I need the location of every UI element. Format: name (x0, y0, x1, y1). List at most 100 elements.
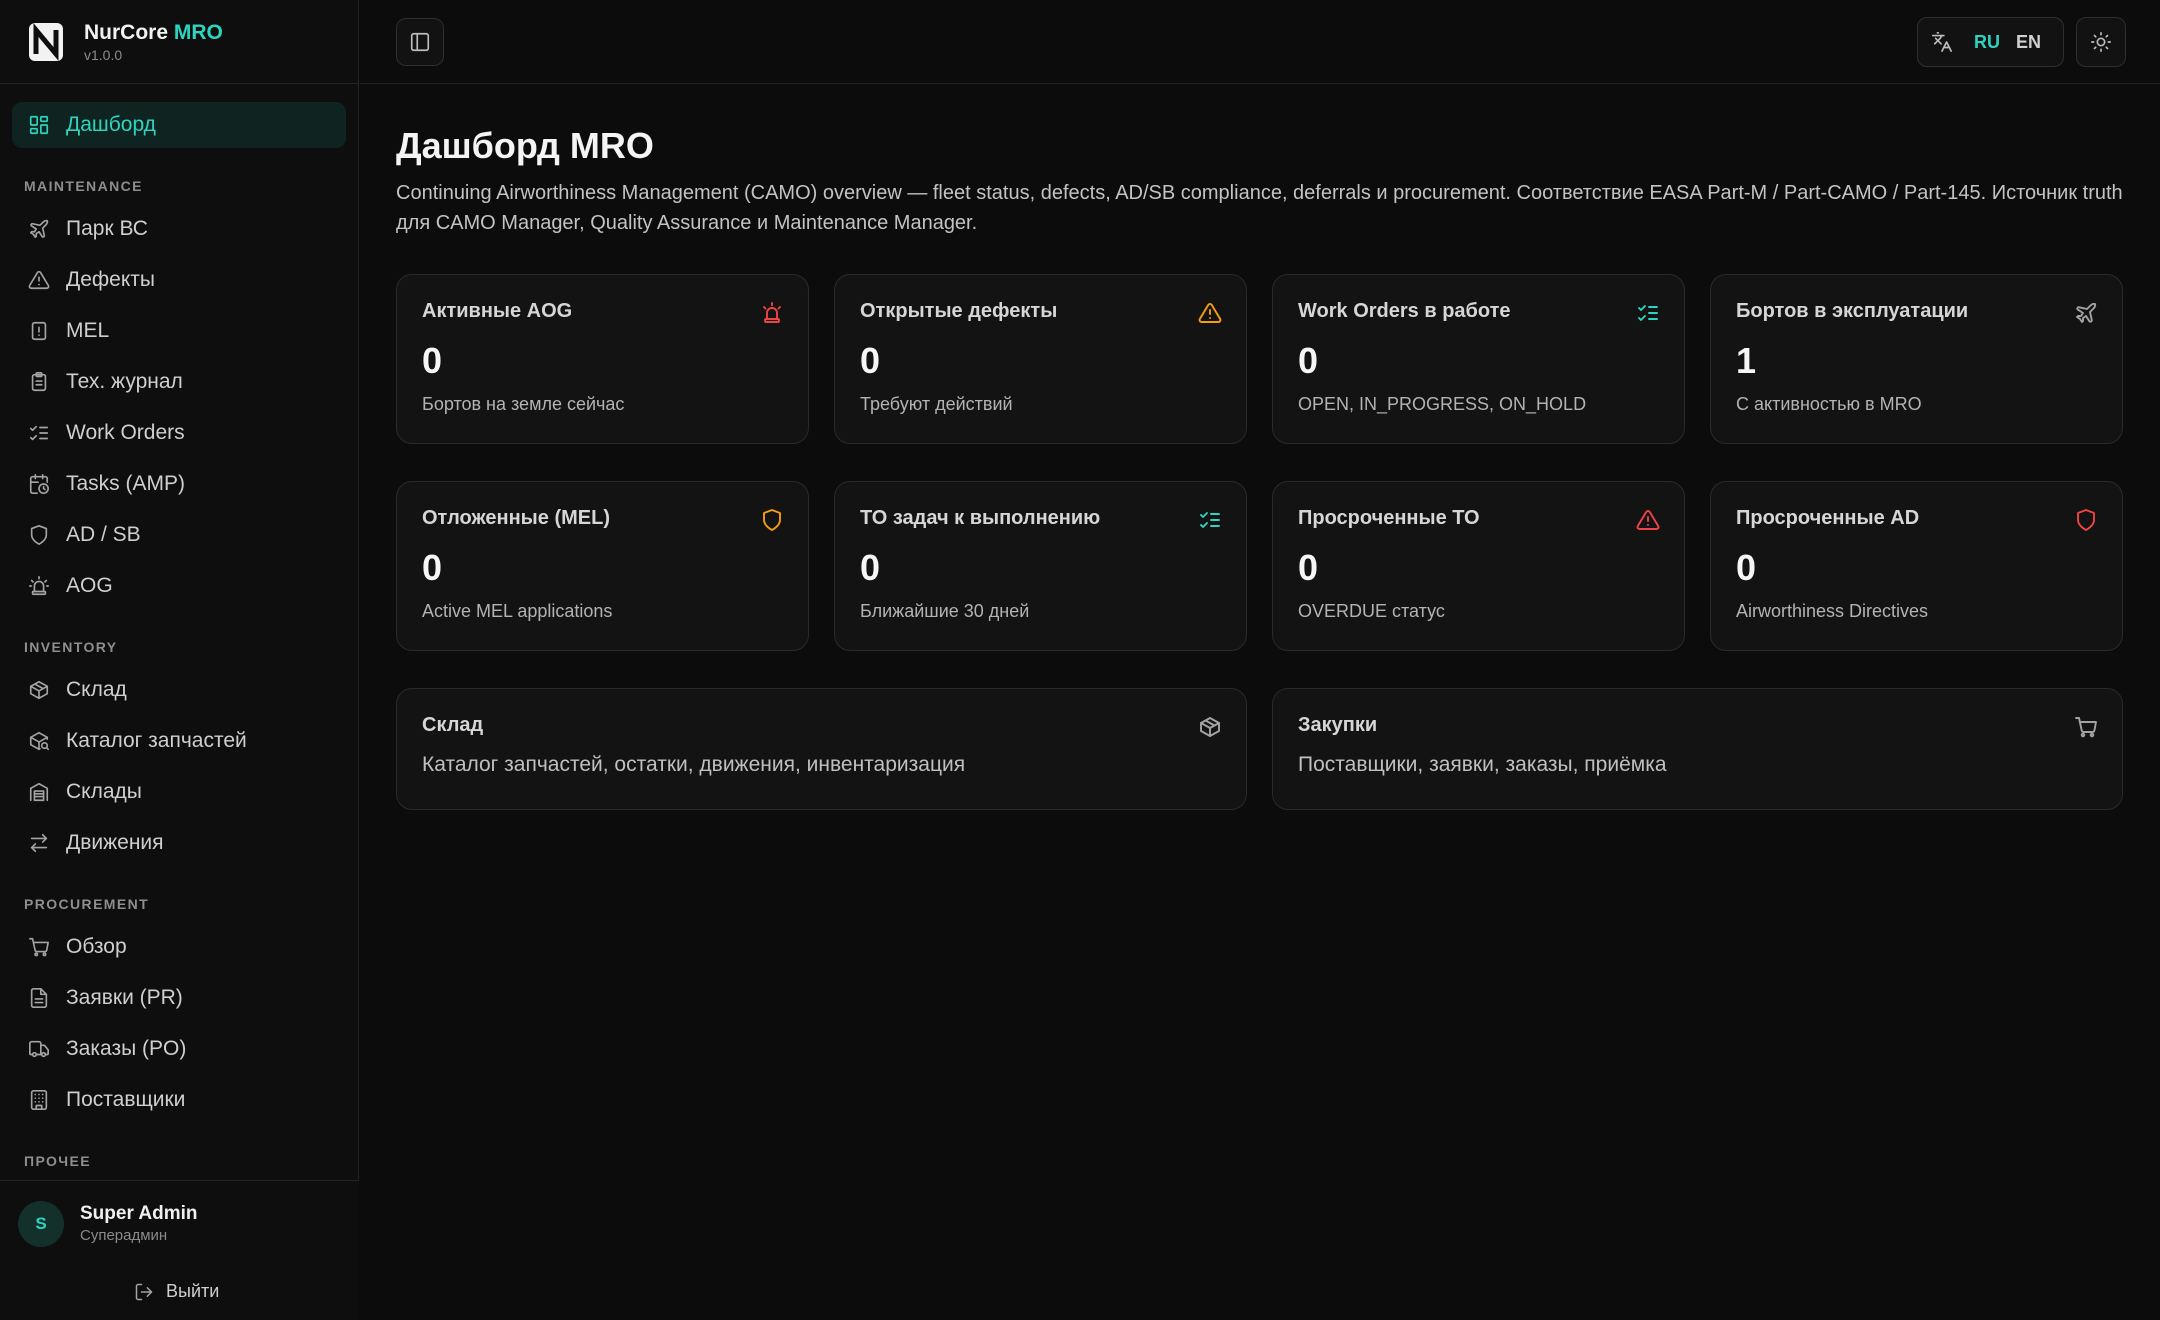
sidebar-item-label: Заказы (PO) (66, 1037, 187, 1060)
shield-icon (760, 508, 784, 532)
shield-icon (2074, 508, 2098, 532)
sidebar-item-warehouse[interactable]: Склад (12, 667, 346, 713)
sidebar-item-procurement-overview[interactable]: Обзор (12, 924, 346, 970)
warehouse-icon (29, 782, 49, 802)
package-icon (29, 680, 49, 700)
stat-card-title: Просроченные ТО (1298, 507, 1480, 529)
sidebar-item-work-orders[interactable]: Work Orders (12, 410, 346, 456)
sidebar-item-label: MEL (66, 319, 110, 342)
dashboard-grid-icon (29, 115, 49, 135)
stat-card-value: 0 (1298, 547, 1319, 588)
sidebar-item-dashboard[interactable]: Дашборд (12, 102, 346, 148)
stat-card-title: Открытые дефекты (860, 300, 1058, 322)
clipboard-icon (31, 372, 47, 392)
stat-card-subtitle: Airworthiness Directives (1736, 601, 1929, 621)
language-switcher: RU EN (1917, 17, 2064, 67)
stat-card-value: 0 (422, 547, 443, 588)
plane-icon (2074, 301, 2098, 325)
logout-icon (135, 1283, 153, 1300)
nav-section-maintenance: MAINTENANCE (24, 178, 143, 194)
user-info[interactable]: S Super Admin Суперадмин (0, 1181, 359, 1247)
stat-card-active-aog[interactable]: Активные AOG 0 Бортов на земле сейчас (396, 274, 809, 444)
sidebar-item-label: Дефекты (66, 268, 155, 291)
lang-ru-button[interactable]: RU (1966, 32, 2008, 53)
translate-icon (1930, 30, 1954, 54)
user-role: Суперадмин (80, 1227, 168, 1244)
stat-card-value: 0 (422, 340, 443, 381)
stat-card-value: 1 (1736, 340, 1757, 381)
sidebar-item-label: Парк ВС (66, 217, 148, 240)
module-card-title: Закупки (1298, 714, 1378, 736)
lang-en-button[interactable]: EN (2008, 32, 2049, 53)
brand[interactable]: NurCore MRO v1.0.0 (0, 0, 358, 84)
nav-section-procurement: PROCUREMENT (24, 896, 150, 912)
sidebar-item-label: Дашборд (66, 113, 156, 136)
warning-triangle-icon (1636, 508, 1660, 532)
sidebar-item-purchase-orders[interactable]: Заказы (PO) (12, 1026, 346, 1072)
sidebar-item-label: Каталог запчастей (66, 729, 247, 752)
stat-card-value: 0 (860, 340, 881, 381)
siren-icon (29, 576, 49, 596)
stat-card-open-defects[interactable]: Открытые дефекты 0 Требуют действий (834, 274, 1247, 444)
module-card-title: Склад (422, 714, 484, 736)
sidebar-item-defects[interactable]: Дефекты (12, 257, 346, 303)
stat-card-aircraft-in-service[interactable]: Бортов в эксплуатации 1 С активностью в … (1710, 274, 2123, 444)
stat-card-work-orders[interactable]: Work Orders в работе 0 OPEN, IN_PROGRESS… (1272, 274, 1685, 444)
stat-card-maintenance-tasks-due[interactable]: ТО задач к выполнению 0 Ближайшие 30 дне… (834, 481, 1247, 651)
file-text-icon (30, 988, 48, 1008)
sidebar-item-fleet[interactable]: Парк ВС (12, 206, 346, 252)
list-checks-icon (1636, 301, 1660, 325)
sidebar-item-label: Склад (66, 678, 127, 701)
sidebar-item-warehouses[interactable]: Склады (12, 769, 346, 815)
sidebar-item-techlog[interactable]: Тех. журнал (12, 359, 346, 405)
warning-triangle-icon (28, 270, 50, 290)
stat-card-overdue-ad[interactable]: Просроченные AD 0 Airworthiness Directiv… (1710, 481, 2123, 651)
sidebar-item-label: Склады (66, 780, 142, 803)
brand-name: NurCore MRO (84, 20, 223, 44)
module-card-procurement[interactable]: Закупки Поставщики, заявки, заказы, приё… (1272, 688, 2123, 810)
nurcore-logo-icon (29, 22, 63, 61)
sidebar-item-aog[interactable]: AOG (12, 563, 346, 609)
stat-card-overdue-maintenance[interactable]: Просроченные ТО 0 OVERDUE статус (1272, 481, 1685, 651)
page-title: Дашборд MRO (396, 125, 654, 166)
sidebar-item-mel[interactable]: MEL (12, 308, 346, 354)
sidebar-item-label: Tasks (AMP) (66, 472, 186, 495)
stat-card-value: 0 (1298, 340, 1319, 381)
sidebar-item-parts-catalog[interactable]: Каталог запчастей (12, 718, 346, 764)
stat-card-title: Просроченные AD (1736, 507, 1920, 529)
module-card-subtitle: Каталог запчастей, остатки, движения, ин… (422, 753, 966, 776)
theme-toggle-button[interactable] (2076, 17, 2126, 67)
sidebar-item-movements[interactable]: Движения (12, 820, 346, 866)
nav-section-other: ПРОЧЕЕ (24, 1153, 92, 1169)
avatar: S (18, 1201, 64, 1247)
stat-card-value: 0 (1736, 547, 1757, 588)
truck-icon (29, 1040, 49, 1058)
module-card-warehouse[interactable]: Склад Каталог запчастей, остатки, движен… (396, 688, 1247, 810)
shield-icon (30, 525, 48, 545)
stat-card-subtitle: Бортов на земле сейчас (422, 394, 625, 414)
stat-card-title: Work Orders в работе (1298, 300, 1511, 322)
sidebar-toggle-button[interactable] (396, 18, 444, 66)
main-content: Дашборд MRO Continuing Airworthiness Man… (396, 84, 2124, 810)
list-checks-icon (1198, 508, 1222, 532)
stat-card-subtitle: Active MEL applications (422, 601, 613, 621)
brand-version: v1.0.0 (84, 46, 123, 63)
sidebar-item-suppliers[interactable]: Поставщики (12, 1077, 346, 1123)
stat-card-deferred-mel[interactable]: Отложенные (MEL) 0 Active MEL applicatio… (396, 481, 809, 651)
building-icon (30, 1090, 48, 1110)
user-name: Super Admin (80, 1203, 198, 1224)
logout-button[interactable]: Выйти (134, 1281, 219, 1302)
stat-card-title: Бортов в эксплуатации (1736, 300, 1969, 322)
package-search-icon (29, 731, 49, 751)
sidebar-item-tasks[interactable]: Tasks (AMP) (12, 461, 346, 507)
stat-card-subtitle: С активностью в MRO (1736, 394, 1922, 414)
warning-triangle-icon (1198, 301, 1222, 325)
plane-icon (29, 219, 49, 239)
stat-card-title: Активные AOG (422, 300, 573, 322)
stat-card-title: Отложенные (MEL) (422, 507, 610, 529)
nav-section-inventory: INVENTORY (24, 639, 118, 655)
sidebar-item-label: Обзор (66, 935, 127, 958)
sidebar-item-purchase-requests[interactable]: Заявки (PR) (12, 975, 346, 1021)
sidebar-item-ad-sb[interactable]: AD / SB (12, 512, 346, 558)
stat-card-subtitle: Требуют действий (860, 394, 1013, 414)
